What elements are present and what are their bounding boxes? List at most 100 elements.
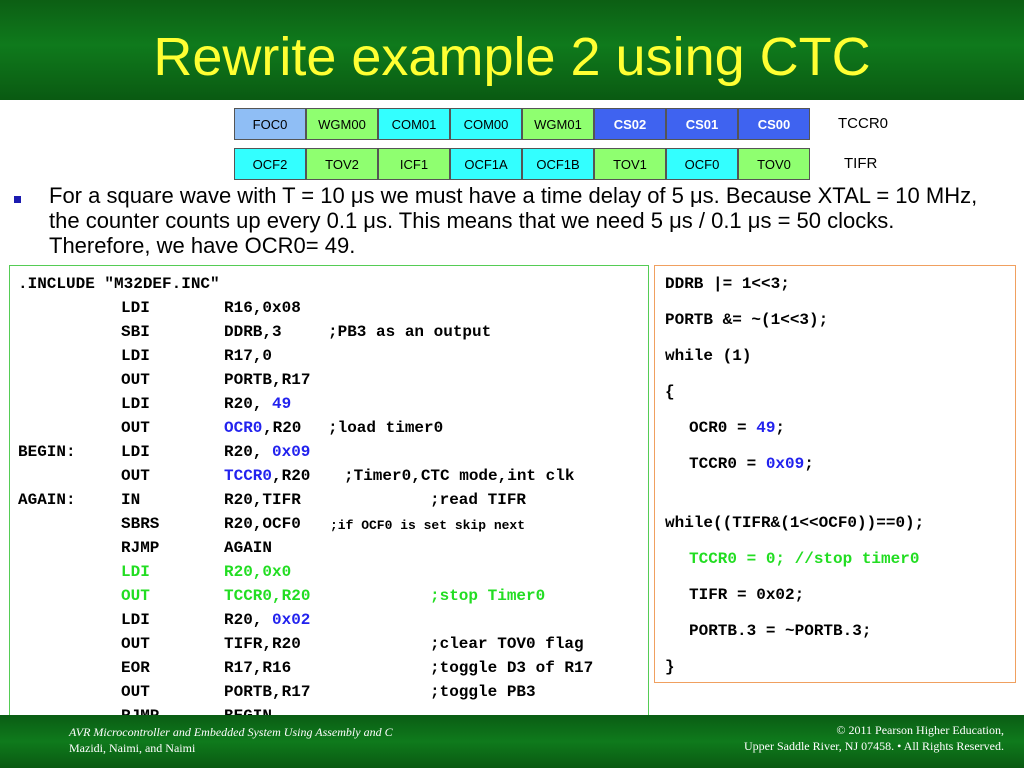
asm-arg-highlight: 0x09: [272, 443, 311, 461]
asm-line: BEGIN: LDI R20, 0x09: [18, 440, 310, 464]
asm-arg: R20,: [224, 443, 263, 461]
tccr0-bit-cs00: CS00: [738, 108, 810, 140]
asm-comment: ;stop Timer0: [430, 587, 546, 605]
tccr0-bit-wgm01: WGM01: [522, 108, 594, 140]
tifr-bit-tov2: TOV2: [306, 148, 378, 180]
asm-arg: ,R20: [263, 419, 302, 437]
asm-op: SBRS: [121, 515, 160, 533]
asm-op: OUT: [121, 635, 150, 653]
tifr-bit-icf1: ICF1: [378, 148, 450, 180]
footer-left: AVR Microcontroller and Embedded System …: [69, 724, 393, 756]
asm-line: SBRS R20,OCF0 ;if OCF0 is set skip next: [18, 512, 525, 536]
tifr-register-row: OCF2 TOV2 ICF1 OCF1A OCF1B TOV1 OCF0 TOV…: [234, 148, 810, 180]
asm-line: LDI R20, 0x02: [18, 608, 310, 632]
asm-op: LDI: [121, 611, 150, 629]
asm-arg: PORTB,R17: [224, 683, 311, 701]
asm-line: OUT TCCR0,R20 ;stop Timer0: [18, 584, 545, 608]
bullet-text: For a square wave with T = 10 μs we must…: [49, 183, 978, 258]
c-line: TCCR0 = 0; //stop timer0: [689, 550, 920, 568]
c-line: }: [665, 658, 675, 676]
tifr-bit-ocf1a: OCF1A: [450, 148, 522, 180]
asm-op: OUT: [121, 371, 150, 389]
asm-arg: R20,OCF0: [224, 515, 301, 533]
title-bar: Rewrite example 2 using CTC: [0, 0, 1024, 100]
c-line: {: [665, 383, 675, 401]
footer-authors: Mazidi, Naimi, and Naimi: [69, 741, 196, 755]
asm-line: OUT TIFR,R20 ;clear TOV0 flag: [18, 632, 584, 656]
tccr0-bit-wgm00: WGM00: [306, 108, 378, 140]
asm-arg-highlight: TCCR0: [224, 467, 273, 485]
asm-arg: R20,0x0: [224, 563, 292, 581]
tifr-bit-ocf1b: OCF1B: [522, 148, 594, 180]
asm-line: LDI R20, 49: [18, 392, 291, 416]
asm-arg: AGAIN: [224, 539, 273, 557]
asm-line: SBI DDRB,3 ;PB3 as an output: [18, 320, 491, 344]
asm-arg: R17,R16: [224, 659, 292, 677]
asm-arg: TCCR0,R20: [224, 587, 311, 605]
footer-bar: AVR Microcontroller and Embedded System …: [0, 715, 1024, 768]
asm-comment: ;read TIFR: [430, 491, 527, 509]
tifr-bit-ocf0: OCF0: [666, 148, 738, 180]
c-code-text: ;: [804, 455, 814, 473]
asm-op: EOR: [121, 659, 150, 677]
asm-label: AGAIN:: [18, 491, 76, 509]
asm-comment: ;load timer0: [328, 419, 444, 437]
asm-op: LDI: [121, 563, 150, 581]
asm-op: RJMP: [121, 539, 160, 557]
asm-op: OUT: [121, 467, 150, 485]
asm-arg: R16,0x08: [224, 299, 301, 317]
asm-op: LDI: [121, 347, 150, 365]
asm-directive: .INCLUDE "M32DEF.INC": [18, 275, 220, 293]
asm-op: OUT: [121, 587, 150, 605]
tccr0-bit-foc0: FOC0: [234, 108, 306, 140]
tccr0-bit-cs01: CS01: [666, 108, 738, 140]
slide-title: Rewrite example 2 using CTC: [153, 27, 871, 87]
bullet-square-icon: [14, 196, 21, 203]
asm-op: SBI: [121, 323, 150, 341]
c-line: OCR0 = 49;: [689, 416, 785, 440]
tifr-bit-tov0: TOV0: [738, 148, 810, 180]
asm-arg: R20,: [224, 611, 263, 629]
asm-comment: ;if OCF0 is set skip next: [330, 518, 526, 533]
asm-line: OUT PORTB,R17: [18, 368, 310, 392]
asm-op: LDI: [121, 299, 150, 317]
asm-arg: ,R20: [272, 467, 311, 485]
asm-line: OUT PORTB,R17 ;toggle PB3: [18, 680, 536, 704]
asm-comment: ;Timer0,CTC mode,int clk: [344, 467, 575, 485]
tccr0-bit-com01: COM01: [378, 108, 450, 140]
c-code-text: TCCR0 =: [689, 455, 766, 473]
asm-op: LDI: [121, 395, 150, 413]
tccr0-bit-com00: COM00: [450, 108, 522, 140]
asm-line: OUT OCR0 ,R20 ;load timer0: [18, 416, 443, 440]
asm-op: OUT: [121, 419, 150, 437]
footer-book-title: AVR Microcontroller and Embedded System …: [69, 725, 393, 739]
asm-arg: DDRB,3: [224, 323, 282, 341]
tccr0-register-row: FOC0 WGM00 COM01 COM00 WGM01 CS02 CS01 C…: [234, 108, 810, 140]
asm-comment: ;PB3 as an output: [328, 323, 492, 341]
c-code-number: 49: [756, 419, 776, 437]
tccr0-label: TCCR0: [838, 115, 889, 132]
c-line: PORTB.3 = ~PORTB.3;: [689, 622, 872, 640]
asm-arg: R20,TIFR: [224, 491, 301, 509]
tifr-bit-ocf2: OCF2: [234, 148, 306, 180]
asm-comment: ;toggle PB3: [430, 683, 536, 701]
c-line: TIFR = 0x02;: [689, 586, 805, 604]
asm-line: LDI R17,0: [18, 344, 272, 368]
c-line: while (1): [665, 347, 752, 365]
asm-op: OUT: [121, 683, 150, 701]
asm-line: LDI R20,0x0: [18, 560, 291, 584]
footer-right: © 2011 Pearson Higher Education, Upper S…: [744, 722, 1004, 754]
footer-address: Upper Saddle River, NJ 07458. • All Righ…: [743, 739, 1004, 753]
asm-arg: PORTB,R17: [224, 371, 311, 389]
c-line: DDRB |= 1<<3;: [665, 275, 790, 293]
c-code-text: ;: [775, 419, 786, 437]
c-code-box: DDRB |= 1<<3; PORTB &= ~(1<<3); while (1…: [654, 265, 1016, 683]
asm-line: .INCLUDE "M32DEF.INC": [18, 272, 220, 296]
asm-line: EOR R17,R16 ;toggle D3 of R17: [18, 656, 593, 680]
asm-comment: ;clear TOV0 flag: [430, 635, 584, 653]
asm-arg-highlight: 0x02: [272, 611, 311, 629]
asm-line: OUT TCCR0 ,R20 ;Timer0,CTC mode,int clk: [18, 464, 574, 488]
asm-op: LDI: [121, 443, 150, 461]
c-line: while((TIFR&(1<<OCF0))==0);: [665, 514, 925, 532]
c-code-number: 0x09: [765, 455, 805, 473]
